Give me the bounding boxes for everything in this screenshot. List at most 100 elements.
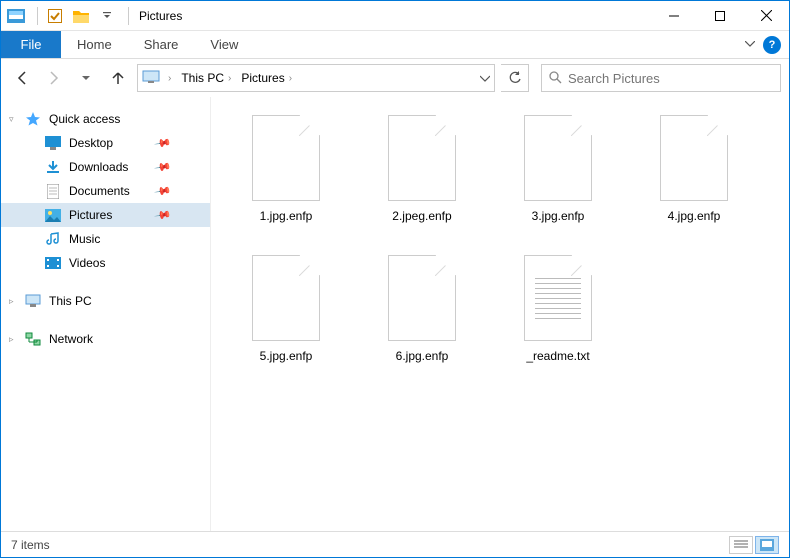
sidebar-item-documents[interactable]: Documents 📌 [1, 179, 210, 203]
address-bar[interactable]: › This PC› Pictures› [137, 64, 495, 92]
file-tab[interactable]: File [1, 31, 61, 58]
chevron-right-icon: ▹ [9, 296, 14, 307]
sidebar-quick-access[interactable]: ▿ Quick access [1, 107, 210, 131]
sidebar-item-label: Pictures [69, 208, 112, 222]
window-title: Pictures [139, 9, 182, 23]
sidebar-item-label: Documents [69, 184, 130, 198]
pin-icon: 📌 [154, 182, 173, 201]
sidebar-item-label: Quick access [49, 112, 120, 126]
breadcrumb[interactable]: › [166, 73, 173, 84]
sidebar-network[interactable]: ▹ Network [1, 327, 210, 351]
nav-bar: › This PC› Pictures› [1, 59, 789, 97]
minimize-button[interactable] [651, 1, 697, 31]
up-button[interactable] [105, 65, 131, 91]
file-item[interactable]: 1.jpg.enfp [221, 115, 351, 245]
tab-home[interactable]: Home [61, 31, 128, 58]
sidebar-item-label: Music [69, 232, 100, 246]
content-area[interactable]: 1.jpg.enfp 2.jpeg.enfp 3.jpg.enfp 4.jpg.enf… [211, 97, 789, 531]
quick-access-toolbar [1, 5, 139, 27]
star-icon [25, 111, 41, 127]
address-dropdown-icon[interactable] [480, 71, 490, 85]
sidebar-item-label: Downloads [69, 160, 128, 174]
help-icon[interactable]: ? [763, 36, 781, 54]
pc-icon [25, 293, 41, 309]
network-icon [25, 331, 41, 347]
sidebar: ▿ Quick access Desktop 📌 Downloads 📌 Doc… [1, 97, 211, 531]
sidebar-item-label: Network [49, 332, 93, 346]
pin-icon: 📌 [154, 158, 173, 177]
recent-locations-icon[interactable] [73, 65, 99, 91]
files-grid: 1.jpg.enfp 2.jpeg.enfp 3.jpg.enfp 4.jpg.enf… [221, 115, 779, 385]
sidebar-item-videos[interactable]: Videos [1, 251, 210, 275]
sidebar-item-label: This PC [49, 294, 92, 308]
sidebar-item-label: Desktop [69, 136, 113, 150]
sidebar-item-label: Videos [69, 256, 105, 270]
file-label: 1.jpg.enfp [260, 209, 313, 223]
breadcrumb-this-pc[interactable]: This PC› [179, 71, 233, 85]
close-button[interactable] [743, 1, 789, 31]
file-item[interactable]: _readme.txt [493, 255, 623, 385]
body: ▿ Quick access Desktop 📌 Downloads 📌 Doc… [1, 97, 789, 531]
search-box[interactable] [541, 64, 781, 92]
ribbon: File Home Share View ? [1, 31, 789, 59]
file-label: 4.jpg.enfp [668, 209, 721, 223]
pin-icon: 📌 [154, 134, 173, 153]
ribbon-right: ? [745, 31, 789, 58]
search-input[interactable] [568, 71, 774, 86]
forward-button[interactable] [41, 65, 67, 91]
documents-icon [45, 183, 61, 199]
file-item[interactable]: 2.jpeg.enfp [357, 115, 487, 245]
thumbnails-view-button[interactable] [755, 536, 779, 554]
title-bar: Pictures [1, 1, 789, 31]
file-item[interactable]: 6.jpg.enfp [357, 255, 487, 385]
maximize-button[interactable] [697, 1, 743, 31]
unknown-file-icon [388, 255, 456, 341]
sidebar-item-desktop[interactable]: Desktop 📌 [1, 131, 210, 155]
chevron-right-icon: ▹ [9, 334, 14, 345]
tab-share[interactable]: Share [128, 31, 195, 58]
file-item[interactable]: 4.jpg.enfp [629, 115, 759, 245]
breadcrumb-pictures[interactable]: Pictures› [239, 71, 294, 85]
qat-divider [128, 7, 129, 25]
chevron-right-icon: › [289, 73, 292, 84]
tab-view[interactable]: View [194, 31, 254, 58]
refresh-button[interactable] [501, 64, 529, 92]
expand-ribbon-icon[interactable] [745, 38, 755, 52]
explorer-icon[interactable] [5, 5, 27, 27]
file-label: 5.jpg.enfp [260, 349, 313, 363]
file-label: 2.jpeg.enfp [392, 209, 451, 223]
back-button[interactable] [9, 65, 35, 91]
details-view-button[interactable] [729, 536, 753, 554]
chevron-right-icon: › [168, 73, 171, 84]
sidebar-item-music[interactable]: Music [1, 227, 210, 251]
downloads-icon [45, 159, 61, 175]
unknown-file-icon [660, 115, 728, 201]
qat-dropdown-icon[interactable] [96, 5, 118, 27]
view-toggle [729, 536, 779, 554]
qat-divider [37, 7, 38, 25]
file-label: _readme.txt [526, 349, 589, 363]
folder-qat-icon[interactable] [70, 5, 92, 27]
sidebar-this-pc[interactable]: ▹ This PC [1, 289, 210, 313]
pc-icon [142, 70, 160, 87]
unknown-file-icon [388, 115, 456, 201]
search-icon [548, 70, 562, 87]
status-bar: 7 items [1, 531, 789, 557]
chevron-right-icon: › [228, 73, 231, 84]
file-label: 3.jpg.enfp [532, 209, 585, 223]
status-item-count: 7 items [11, 538, 50, 552]
window-controls [651, 1, 789, 31]
unknown-file-icon [524, 115, 592, 201]
properties-checkbox-icon[interactable] [44, 5, 66, 27]
videos-icon [45, 255, 61, 271]
music-icon [45, 231, 61, 247]
sidebar-item-downloads[interactable]: Downloads 📌 [1, 155, 210, 179]
file-item[interactable]: 5.jpg.enfp [221, 255, 351, 385]
unknown-file-icon [252, 255, 320, 341]
file-item[interactable]: 3.jpg.enfp [493, 115, 623, 245]
sidebar-item-pictures[interactable]: Pictures 📌 [1, 203, 210, 227]
file-label: 6.jpg.enfp [396, 349, 449, 363]
unknown-file-icon [252, 115, 320, 201]
desktop-icon [45, 135, 61, 151]
pin-icon: 📌 [154, 206, 173, 225]
